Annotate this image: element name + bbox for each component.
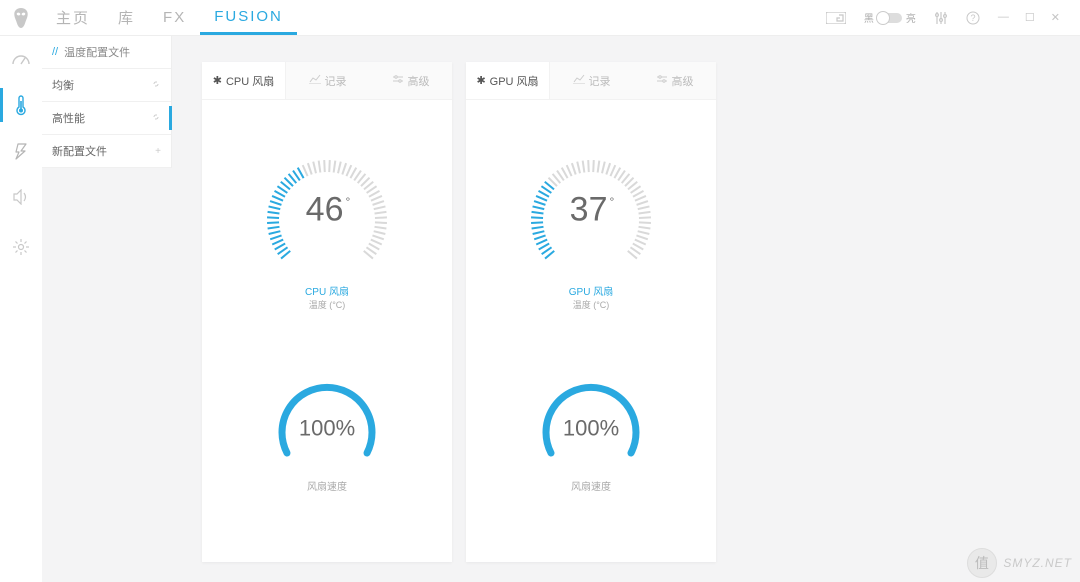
main-area: ✱ CPU 风扇 记录 高级 46° CPU 风扇 温度 ( xyxy=(172,36,1080,582)
watermark-text: SMYZ.NET xyxy=(1003,556,1072,570)
maximize-icon[interactable]: ☐ xyxy=(1025,11,1035,24)
profile-panel: // 温度配置文件 均衡 高性能 新配置文件 + xyxy=(42,36,172,168)
temperature-gauge: 37° GPU 风扇 温度 (°C) xyxy=(466,100,716,311)
settings-sliders-icon[interactable] xyxy=(934,11,948,25)
rail-thermal-icon[interactable] xyxy=(0,82,42,128)
close-icon[interactable]: ✕ xyxy=(1051,11,1060,24)
speed-arc: 100% xyxy=(272,383,382,468)
tab-log[interactable]: 记录 xyxy=(286,62,369,99)
profile-panel-header: // 温度配置文件 xyxy=(42,36,171,69)
theme-toggle[interactable]: 黑 亮 xyxy=(864,10,916,25)
left-rail xyxy=(0,36,42,582)
temperature-value: 37° xyxy=(570,190,613,229)
toggle-pill-icon xyxy=(878,13,902,23)
profile-item-balanced[interactable]: 均衡 xyxy=(42,69,171,102)
speed-arc: 100% xyxy=(536,383,646,468)
tab-label: 高级 xyxy=(408,73,430,89)
temperature-gauge: 46° CPU 风扇 温度 (°C) xyxy=(202,100,452,311)
tab-label: 记录 xyxy=(589,73,611,89)
profile-panel-title: 温度配置文件 xyxy=(64,44,130,60)
top-bar: 主页 库 FX FUSION 黑 亮 ? — ☐ ✕ xyxy=(0,0,1080,36)
tab-log[interactable]: 记录 xyxy=(550,62,633,99)
fan-speed-value: 100% xyxy=(563,415,619,441)
advanced-icon xyxy=(392,74,404,87)
rail-lighting-icon[interactable] xyxy=(0,224,42,270)
fan-icon: ✱ xyxy=(476,74,485,87)
rail-power-icon[interactable] xyxy=(0,128,42,174)
nav-library[interactable]: 库 xyxy=(104,0,149,35)
nav-home[interactable]: 主页 xyxy=(42,0,104,35)
top-tools: 黑 亮 ? — ☐ ✕ xyxy=(826,10,1080,25)
nav-fx[interactable]: FX xyxy=(149,0,200,35)
gauge-subtitle: 温度 (°C) xyxy=(573,298,610,311)
temperature-value: 46° xyxy=(306,190,349,229)
fan-speed-gauge: 100% 风扇速度 xyxy=(466,383,716,493)
gauge-title: CPU 风扇 xyxy=(305,283,349,298)
temp-gauge-dial: 46° xyxy=(252,150,402,275)
plus-icon: + xyxy=(155,146,161,157)
tab-label: CPU 风扇 xyxy=(226,73,274,89)
link-icon xyxy=(151,79,161,92)
slashes-icon: // xyxy=(52,46,58,58)
rail-overclock-icon[interactable] xyxy=(0,36,42,82)
tab-label: 高级 xyxy=(672,73,694,89)
tab-cpu-fan[interactable]: ✱ CPU 风扇 xyxy=(202,62,286,99)
profile-item-new[interactable]: 新配置文件 + xyxy=(42,135,171,168)
link-icon xyxy=(151,112,161,125)
advanced-icon xyxy=(656,74,668,87)
temp-gauge-dial: 37° xyxy=(516,150,666,275)
nav-fusion[interactable]: FUSION xyxy=(200,0,297,35)
profile-label: 高性能 xyxy=(52,110,85,126)
svg-text:?: ? xyxy=(970,13,975,23)
profile-label: 均衡 xyxy=(52,77,74,93)
watermark: 值 SMYZ.NET xyxy=(967,548,1072,578)
card-tabs: ✱ GPU 风扇 记录 高级 xyxy=(466,62,716,100)
window-controls: — ☐ ✕ xyxy=(998,11,1060,24)
fan-speed-gauge: 100% 风扇速度 xyxy=(202,383,452,493)
fan-icon: ✱ xyxy=(213,74,222,87)
chart-icon xyxy=(573,74,585,87)
fan-speed-label: 风扇速度 xyxy=(571,478,611,493)
watermark-badge-icon: 值 xyxy=(967,548,997,578)
tab-gpu-fan[interactable]: ✱ GPU 风扇 xyxy=(466,62,550,99)
g-mode-icon[interactable] xyxy=(826,12,846,24)
rail-audio-icon[interactable] xyxy=(0,174,42,220)
chart-icon xyxy=(309,74,321,87)
minimize-icon[interactable]: — xyxy=(998,11,1009,24)
profile-item-performance[interactable]: 高性能 xyxy=(42,102,171,135)
card-tabs: ✱ CPU 风扇 记录 高级 xyxy=(202,62,452,100)
fan-speed-label: 风扇速度 xyxy=(307,478,347,493)
tab-label: GPU 风扇 xyxy=(490,73,539,89)
help-icon[interactable]: ? xyxy=(966,11,980,25)
toggle-dark-label: 黑 xyxy=(864,10,874,25)
fan-speed-value: 100% xyxy=(299,415,355,441)
gauge-title: GPU 风扇 xyxy=(569,283,613,298)
main-nav: 主页 库 FX FUSION xyxy=(42,0,297,35)
gauge-subtitle: 温度 (°C) xyxy=(309,298,346,311)
toggle-light-label: 亮 xyxy=(906,10,916,25)
tab-advanced[interactable]: 高级 xyxy=(369,62,452,99)
tab-advanced[interactable]: 高级 xyxy=(633,62,716,99)
tab-label: 记录 xyxy=(325,73,347,89)
alienware-logo-icon xyxy=(0,8,42,28)
gpu-fan-card: ✱ GPU 风扇 记录 高级 37° GPU 风扇 温度 ( xyxy=(466,62,716,562)
cpu-fan-card: ✱ CPU 风扇 记录 高级 46° CPU 风扇 温度 ( xyxy=(202,62,452,562)
profile-label: 新配置文件 xyxy=(52,143,107,159)
